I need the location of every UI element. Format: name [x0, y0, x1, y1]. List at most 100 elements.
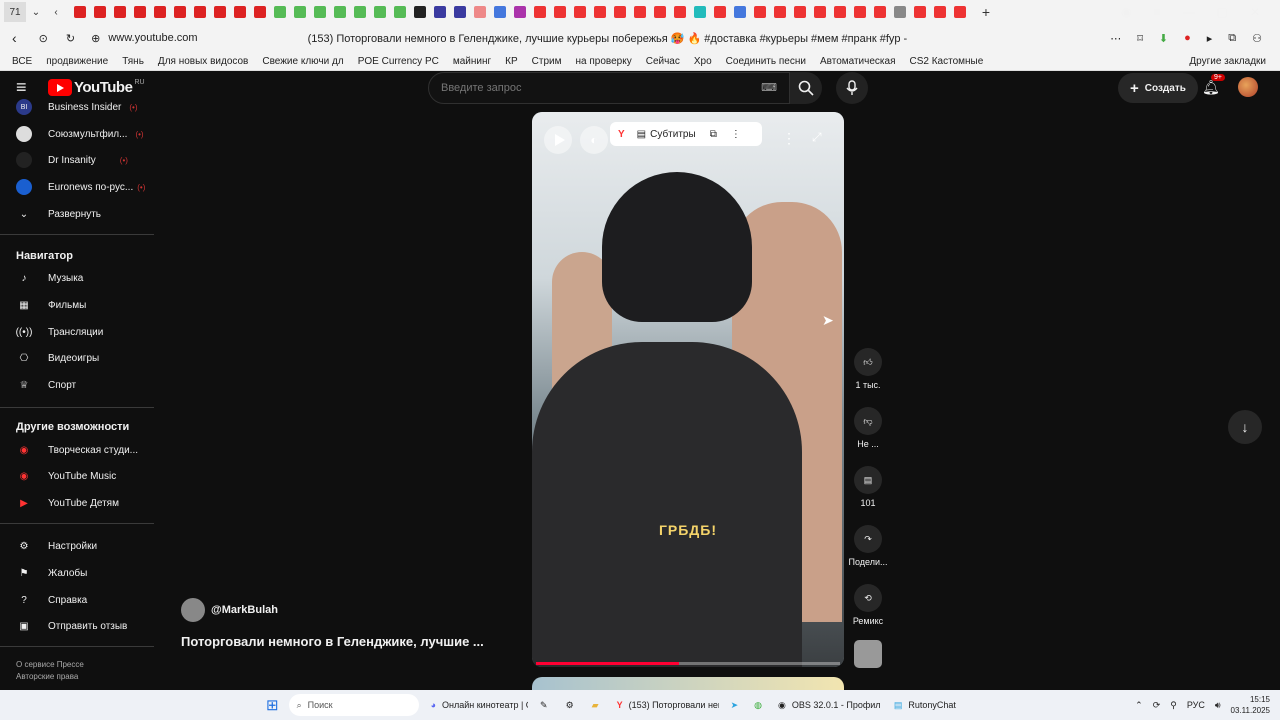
browser-tab[interactable]: [214, 6, 226, 18]
browser-tab[interactable]: [354, 6, 366, 18]
next-short-preview[interactable]: [532, 677, 844, 690]
bookmark-item[interactable]: Соединить песни: [726, 56, 806, 67]
language-indicator[interactable]: РУС: [1187, 700, 1205, 710]
browser-tab[interactable]: [274, 6, 286, 18]
browser-tab[interactable]: [514, 6, 526, 18]
keyboard-icon[interactable]: ⌨: [761, 81, 777, 94]
browser-tab[interactable]: [534, 6, 546, 18]
bookmark-item[interactable]: КР: [505, 56, 518, 67]
remix-button[interactable]: ⟲ Ремикс: [846, 584, 890, 626]
browser-tab[interactable]: [754, 6, 766, 18]
short-video-player[interactable]: ГРБДБ! ◐ Y ▤ Субтитры ⧉ ⋮ ⋮ ⤢: [532, 112, 844, 667]
app-green-icon[interactable]: ◍: [754, 700, 762, 711]
bookmark-item[interactable]: на проверку: [576, 56, 632, 67]
toolbar-more-icon[interactable]: ⋮: [731, 129, 741, 140]
folder-icon[interactable]: ▰: [592, 700, 599, 711]
short-title[interactable]: Поторговали немного в Геленджике, лучшие…: [181, 634, 484, 649]
bookmark-item[interactable]: Другие закладки: [1189, 56, 1266, 67]
browser-tab[interactable]: [254, 6, 266, 18]
discord-icon[interactable]: ◕: [431, 700, 436, 710]
footer-links[interactable]: О сервисе Прессе: [16, 660, 84, 669]
bookmark-item[interactable]: майнинг: [453, 56, 491, 67]
subtitles-toolbar[interactable]: Y ▤ Субтитры ⧉ ⋮: [610, 122, 762, 146]
create-button[interactable]: + Создать: [1118, 73, 1198, 103]
video-more-icon[interactable]: ⋮: [782, 130, 796, 147]
back-icon[interactable]: ‹: [12, 30, 17, 46]
bookmark-item[interactable]: Тянь: [122, 56, 144, 67]
chevron-down-icon[interactable]: ⌄: [26, 2, 46, 22]
menu-icon[interactable]: ≡: [1154, 5, 1161, 19]
extension-icon[interactable]: ●: [1184, 32, 1191, 45]
browser-tab[interactable]: [834, 6, 846, 18]
volume-button[interactable]: ◐: [580, 126, 608, 154]
browser-tab[interactable]: [934, 6, 946, 18]
browser-tab[interactable]: [634, 6, 646, 18]
subtitles-label[interactable]: Субтитры: [650, 129, 696, 140]
voice-search-button[interactable]: [836, 72, 868, 104]
browser-tab[interactable]: [894, 6, 906, 18]
sidebar-item-reports[interactable]: ⚑ Жалобы: [16, 563, 88, 583]
browser-tab[interactable]: [854, 6, 866, 18]
browser-tab[interactable]: [734, 6, 746, 18]
search-button[interactable]: [790, 72, 822, 104]
taskbar-item-browser[interactable]: (153) Поторговали нем: [629, 700, 719, 710]
bookmark-item[interactable]: Стрим: [532, 56, 562, 67]
browser-tab[interactable]: [814, 6, 826, 18]
browser-tab[interactable]: [874, 6, 886, 18]
browser-tab[interactable]: [914, 6, 926, 18]
sidebar-item-studio[interactable]: ◉ Творческая студи...: [16, 440, 138, 460]
play-button[interactable]: [544, 126, 572, 154]
fullscreen-icon[interactable]: ⤢: [812, 130, 822, 145]
browser-tab[interactable]: [774, 6, 786, 18]
short-channel[interactable]: @MarkBulah: [181, 598, 278, 622]
browser-tab[interactable]: [494, 6, 506, 18]
browser-tab[interactable]: [94, 6, 106, 18]
browser-tab[interactable]: [654, 6, 666, 18]
bookmark-item[interactable]: ВСЕ: [12, 56, 32, 67]
browser-tab[interactable]: [74, 6, 86, 18]
browser-tab[interactable]: [174, 6, 186, 18]
profile-icon[interactable]: ◉: [1121, 5, 1131, 19]
browser-tab[interactable]: [554, 6, 566, 18]
bookmark-item[interactable]: продвижение: [46, 56, 108, 67]
url-text[interactable]: www.youtube.com: [108, 32, 197, 44]
search-input[interactable]: [439, 81, 743, 95]
speaker-icon[interactable]: 🔊︎: [1215, 700, 1221, 711]
download-icon[interactable]: ⬇: [1159, 32, 1168, 45]
bookmark-item[interactable]: Автоматическая: [820, 56, 896, 67]
minimize-icon[interactable]: —: [1183, 5, 1195, 19]
sidebar-item-music[interactable]: ♪ Музыка: [16, 268, 84, 288]
browser-tab[interactable]: [414, 6, 426, 18]
reload-icon[interactable]: ↻: [66, 32, 75, 45]
restore-icon[interactable]: ▢: [1217, 5, 1228, 19]
next-short-button[interactable]: ↓: [1228, 410, 1262, 444]
bookmark-item[interactable]: Для новых видосов: [158, 56, 248, 67]
close-icon[interactable]: ✕: [1250, 5, 1260, 19]
collections-icon[interactable]: ⧉: [1228, 32, 1236, 45]
tray-usb-icon[interactable]: ⚲: [1170, 700, 1177, 711]
telegram-icon[interactable]: ➤: [731, 700, 739, 711]
sound-thumbnail[interactable]: [854, 640, 882, 668]
yandex-browser-icon[interactable]: Y: [617, 700, 623, 710]
avatar[interactable]: [1238, 77, 1258, 97]
sidebar-item-feedback[interactable]: ▣ Отправить отзыв: [16, 616, 127, 636]
browser-tab[interactable]: [154, 6, 166, 18]
tab-counter[interactable]: 71: [4, 2, 26, 22]
browser-tab[interactable]: [434, 6, 446, 18]
back-tab-icon[interactable]: ‹: [46, 2, 66, 22]
windows-start-icon[interactable]: ⊞: [266, 696, 279, 714]
bookmark-icon[interactable]: ⌑: [1137, 32, 1143, 45]
progress-track[interactable]: [536, 662, 840, 665]
sidebar-sub-euronews[interactable]: Euronews по-рус... (•): [16, 177, 145, 197]
like-button[interactable]: 👍︎ 1 тыс.: [846, 348, 890, 390]
browser-tab[interactable]: [374, 6, 386, 18]
sidebar-item-sport[interactable]: ♕ Спорт: [16, 375, 77, 395]
new-tab-icon[interactable]: +: [976, 2, 996, 22]
sidebar-item-settings[interactable]: ⚙ Настройки: [16, 536, 98, 556]
obs-icon[interactable]: ◉: [778, 700, 786, 711]
footer-copyright[interactable]: Авторские права: [16, 672, 78, 681]
share-button[interactable]: ↷ Подели...: [846, 525, 890, 567]
taskbar-search[interactable]: ⌕ Поиск: [288, 694, 419, 716]
tray-chevron-icon[interactable]: ⌃: [1135, 700, 1143, 711]
channel-handle[interactable]: @MarkBulah: [211, 604, 278, 616]
